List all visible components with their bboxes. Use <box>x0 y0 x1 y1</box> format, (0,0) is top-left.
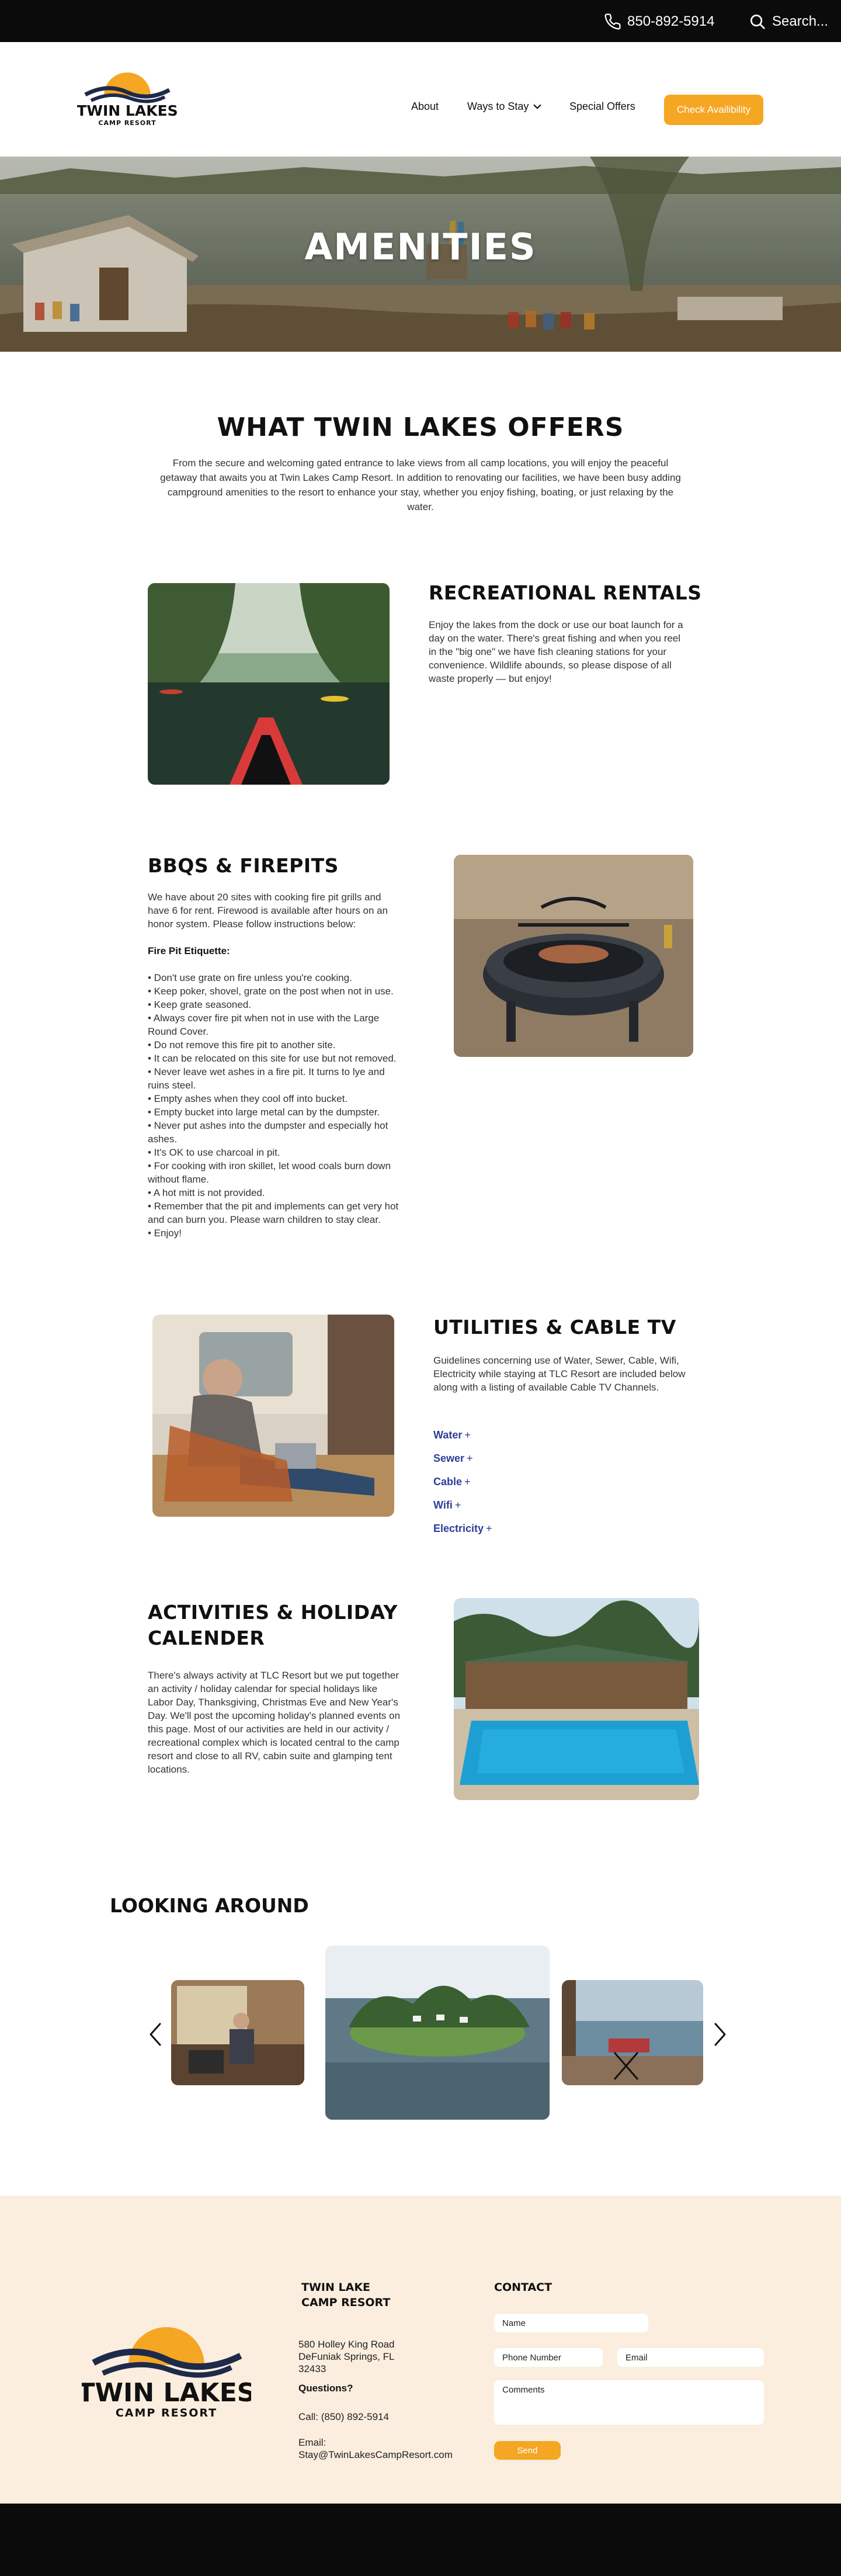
phone-link[interactable]: 850-892-5914 <box>604 13 714 30</box>
rule-item: • Never leave wet ashes in a fire pit. I… <box>148 1066 385 1091</box>
send-button[interactable]: Send <box>494 2441 561 2460</box>
contact-title: CONTACT <box>494 2281 552 2294</box>
site-header: TWIN LAKES CAMP RESORT About Ways to Sta… <box>0 42 841 157</box>
bbq-title: BBQS & FIREPITS <box>148 854 339 877</box>
rule-item: • It's OK to use charcoal in pit. <box>148 1147 280 1158</box>
firepit-photo <box>454 855 693 1057</box>
footer-email-link[interactable]: Stay@TwinLakesCampResort.com <box>298 2449 485 2461</box>
kayak-photo <box>148 583 390 785</box>
footer-logo[interactable]: TWIN LAKES CAMP RESORT <box>78 2312 256 2424</box>
rule-item: • Keep poker, shovel, grate on the post … <box>148 986 394 997</box>
looking-around-title: LOOKING AROUND <box>110 1894 309 1917</box>
site-footer: TWIN LAKES CAMP RESORT TWIN LAKE CAMP RE… <box>0 2196 841 2504</box>
wifi-link[interactable]: Wifi + <box>433 1499 461 1511</box>
rule-item: • Don't use grate on fire unless you're … <box>148 972 352 983</box>
electricity-link[interactable]: Electricity + <box>433 1523 492 1535</box>
logo-title: TWIN LAKES <box>77 102 178 119</box>
activities-body: There's always activity at TLC Resort bu… <box>148 1670 401 1775</box>
rule-item: • A hot mitt is not provided. <box>148 1187 265 1198</box>
footer-phone-link[interactable]: Call: (850) 892-5914 <box>298 2411 389 2423</box>
offers-heading: WHAT TWIN LAKES OFFERS <box>217 412 624 442</box>
carousel-slide-next[interactable] <box>562 1980 703 2085</box>
footer-resort-name: TWIN LAKE CAMP RESORT <box>301 2281 391 2309</box>
footer-address: 580 Holley King Road DeFuniak Springs, F… <box>298 2339 395 2374</box>
rule-item: • Do not remove this fire pit to another… <box>148 1039 336 1050</box>
hero-banner: AMENITIES <box>0 157 841 352</box>
top-bar: 850-892-5914 Search... <box>0 0 841 42</box>
rentals-body: Enjoy the lakes from the dock or use our… <box>429 619 683 684</box>
nav-ways-to-stay[interactable]: Ways to Stay <box>467 100 543 113</box>
utilities-title: UTILITIES & CABLE TV <box>433 1316 676 1339</box>
bbq-intro: We have about 20 sites with cooking fire… <box>148 892 388 930</box>
plus-icon[interactable]: + <box>464 1429 471 1441</box>
comments-field[interactable]: Comments <box>494 2380 764 2425</box>
search-button[interactable]: Search... <box>749 13 828 30</box>
rule-item: • Keep grate seasoned. <box>148 999 252 1010</box>
sewer-link[interactable]: Sewer + <box>433 1452 473 1465</box>
plus-icon[interactable]: + <box>486 1523 492 1534</box>
carousel-next-arrow-icon[interactable] <box>713 2022 727 2047</box>
utilities-photo <box>152 1315 394 1517</box>
footer-questions: Questions? <box>298 2383 353 2394</box>
phone-icon <box>604 13 621 30</box>
rule-item: • Remember that the pit and implements c… <box>148 1201 399 1225</box>
rule-item: • Empty ashes when they cool off into bu… <box>148 1093 348 1104</box>
nav-ways-label[interactable]: Ways to Stay <box>467 100 529 113</box>
carousel-slide-prev[interactable] <box>171 1980 304 2085</box>
rule-item: • For cooking with iron skillet, let woo… <box>148 1160 391 1185</box>
rule-item: • Empty bucket into large metal can by t… <box>148 1107 380 1118</box>
rule-item: • It can be relocated on this site for u… <box>148 1053 397 1064</box>
rule-item: • Always cover fire pit when not in use … <box>148 1013 380 1037</box>
search-label[interactable]: Search... <box>772 13 828 30</box>
email-field[interactable]: Email <box>617 2348 764 2367</box>
search-icon <box>750 15 765 29</box>
footer-logo-subtitle: CAMP RESORT <box>116 2407 217 2419</box>
rule-item: • Never put ashes into the dumpster and … <box>148 1120 388 1145</box>
phone-field[interactable]: Phone Number <box>494 2348 603 2367</box>
utilities-body: Guidelines concerning use of Water, Sewe… <box>433 1355 686 1393</box>
carousel-slide-current[interactable] <box>325 1946 550 2120</box>
footer-bottom-bar <box>0 2504 841 2576</box>
rentals-title: RECREATIONAL RENTALS <box>429 581 702 604</box>
activities-title: ACTIVITIES & HOLIDAY CALENDER <box>148 1601 398 1649</box>
plus-icon[interactable]: + <box>464 1476 471 1488</box>
nav-about[interactable]: About <box>411 100 439 113</box>
footer-logo-title: TWIN LAKES <box>82 2378 251 2408</box>
footer-email[interactable]: Email: Stay@TwinLakesCampResort.com <box>298 2436 485 2461</box>
pool-photo <box>454 1598 699 1800</box>
phone-number[interactable]: 850-892-5914 <box>627 13 714 30</box>
carousel-prev-arrow-icon[interactable] <box>148 2022 162 2047</box>
offers-intro-text: From the secure and welcoming gated entr… <box>160 457 681 512</box>
chevron-down-icon <box>534 104 541 109</box>
logo-subtitle: CAMP RESORT <box>98 119 156 127</box>
rule-item: • Enjoy! <box>148 1228 182 1239</box>
plus-icon[interactable]: + <box>467 1452 473 1464</box>
fire-pit-rules: • Don't use grate on fire unless you're … <box>148 971 405 1240</box>
hero-title: AMENITIES <box>304 226 537 268</box>
check-availability-button[interactable]: Check Availibility <box>664 95 763 125</box>
name-field[interactable]: Name <box>494 2314 648 2332</box>
plus-icon[interactable]: + <box>455 1499 461 1511</box>
logo[interactable]: TWIN LAKES CAMP RESORT <box>77 64 178 130</box>
water-link[interactable]: Water + <box>433 1429 471 1441</box>
fire-pit-etiquette-title: Fire Pit Etiquette: <box>148 945 230 956</box>
cable-link[interactable]: Cable + <box>433 1476 471 1488</box>
nav-special-offers[interactable]: Special Offers <box>569 100 635 113</box>
